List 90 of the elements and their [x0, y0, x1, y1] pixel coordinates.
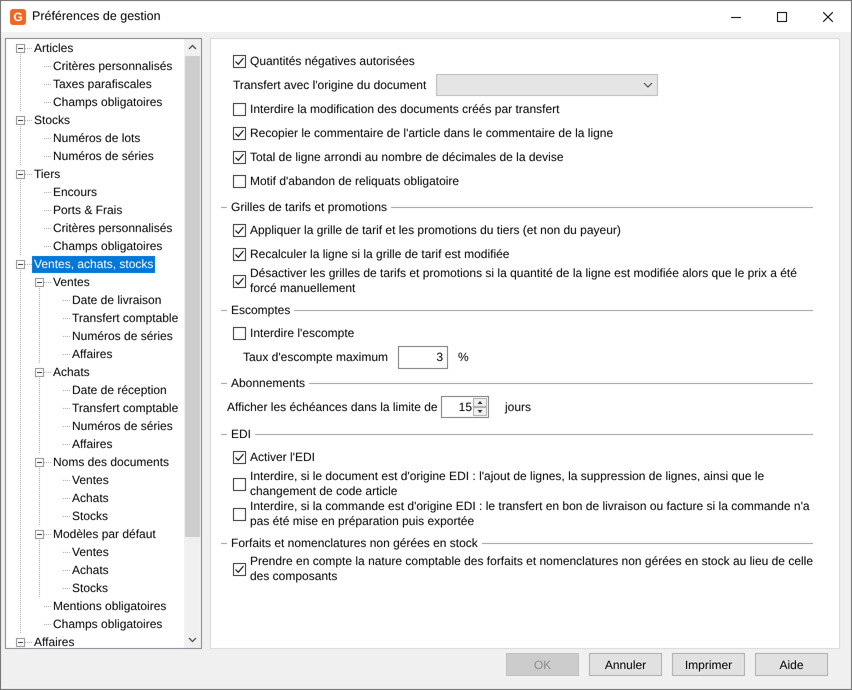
tree-item[interactable]: Date de réception	[70, 382, 169, 398]
collapse-toggle-icon[interactable]	[35, 458, 44, 466]
tree-item[interactable]: Ventes	[70, 472, 111, 488]
collapse-toggle-icon[interactable]	[16, 638, 25, 646]
collapse-toggle-icon[interactable]	[35, 530, 44, 538]
rate-field[interactable]: 3	[398, 346, 448, 368]
checkbox[interactable]	[233, 274, 246, 288]
tree-item[interactable]: Achats	[70, 562, 111, 578]
tree-item[interactable]: Transfert comptable	[70, 400, 180, 416]
tree-item[interactable]: Numéros de lots	[51, 130, 142, 146]
checkbox-label: Prendre en compte la nature comptable des forfaits et nomenclatures non gérées en stock au lieu de celle des composants	[250, 554, 814, 584]
tree-item[interactable]: Critères personnalisés	[51, 58, 174, 74]
tree-item[interactable]: Noms des documents	[51, 454, 172, 470]
tree-item[interactable]: Champs obligatoires	[51, 238, 164, 254]
unit-label: %	[458, 349, 469, 366]
tree-item[interactable]: Mentions obligatoires	[51, 598, 168, 614]
checkbox-label: Recalculer la ligne si la grille de tarif est modifiée	[250, 246, 510, 262]
tree-item[interactable]: Champs obligatoires	[51, 616, 164, 632]
checkbox-label: Interdire, si le document est d'origine EDI : l'ajout de lignes, la suppression de lignes, ainsi que le changement de code article	[250, 469, 766, 499]
collapse-toggle-icon[interactable]	[16, 260, 25, 268]
section-title: Abonnements	[230, 375, 306, 392]
section-title: Grilles de tarifs et promotions	[230, 199, 388, 216]
tree-item[interactable]: Stocks	[32, 112, 72, 128]
chevron-down-icon	[643, 82, 654, 88]
dialog-button[interactable]: Aide	[755, 653, 828, 676]
section-title: EDI	[230, 426, 252, 443]
tree-item[interactable]: Tiers	[32, 166, 62, 182]
checkbox[interactable]	[233, 174, 246, 188]
collapse-toggle-icon[interactable]	[35, 368, 44, 376]
section-title: Escomptes	[230, 302, 292, 319]
tree-item[interactable]: Articles	[32, 40, 76, 56]
dialog-button[interactable]: Imprimer	[672, 653, 745, 676]
checkbox[interactable]	[233, 150, 246, 164]
tree-item[interactable]: Stocks	[70, 508, 110, 524]
collapse-toggle-icon[interactable]	[16, 170, 25, 178]
close-icon	[823, 12, 833, 22]
checkbox-label: Recopier le commentaire de l'article dans le commentaire de la ligne	[250, 126, 614, 140]
window-title: Préférences de gestion	[32, 8, 161, 26]
tree-item[interactable]: Taxes parafiscales	[51, 76, 154, 92]
tree-item[interactable]: Affaires	[70, 436, 114, 452]
checkbox[interactable]	[233, 102, 246, 116]
field-label: Afficher les échéances dans la limite de	[227, 399, 439, 416]
checkbox-label: Motif d'abandon de reliquats obligatoire	[250, 174, 460, 188]
checkbox[interactable]	[233, 326, 246, 340]
checkbox[interactable]	[233, 508, 246, 520]
tree-item[interactable]: Ventes	[70, 544, 111, 560]
checkbox[interactable]	[233, 478, 246, 490]
tree-item[interactable]: Numéros de séries	[51, 148, 156, 164]
field-label: Transfert avec l'origine du document	[233, 77, 426, 94]
tree-item[interactable]: Transfert comptable	[70, 310, 180, 326]
checkbox-label: Appliquer la grille de tarif et les promotions du tiers (et non du payeur)	[250, 222, 621, 238]
section-title: Forfaits et nomenclatures non gérées en stock	[230, 535, 479, 552]
tree-item[interactable]: Modèles par défaut	[51, 526, 158, 542]
tree-item[interactable]: Champs obligatoires	[51, 94, 164, 110]
checkbox[interactable]	[233, 224, 246, 236]
collapse-toggle-icon[interactable]	[35, 278, 44, 286]
tree-item[interactable]: Affaires	[70, 346, 114, 362]
tree-item[interactable]: Critères personnalisés	[51, 220, 174, 236]
tree-item[interactable]: Achats	[51, 364, 92, 380]
tree-item[interactable]: Ports & Frais	[51, 202, 124, 218]
tree-item[interactable]: Numéros de séries	[70, 328, 175, 344]
tree-item[interactable]: Stocks	[70, 580, 110, 596]
tree-item[interactable]: Affaires	[32, 634, 76, 648]
checkbox[interactable]	[233, 248, 246, 260]
app-logo-icon: G	[10, 8, 26, 24]
checkbox-label: Total de ligne arrondi au nombre de décimales de la devise	[250, 150, 564, 164]
tree-item[interactable]: Numéros de séries	[70, 418, 175, 434]
checkbox-label: Interdire, si la commande est d'origine EDI : le transfert en bon de livraison ou facture si la commande n'a pas été mise en préparation puis exportée	[250, 499, 811, 529]
maximize-icon	[777, 12, 787, 22]
dialog-button[interactable]: Annuler	[589, 653, 662, 676]
tree-item[interactable]: Achats	[70, 490, 111, 506]
tree-item[interactable]: Date de livraison	[70, 292, 164, 308]
checkbox[interactable]	[233, 54, 246, 68]
checkbox-label: Interdire l'escompte	[250, 326, 354, 340]
scrollbar[interactable]	[184, 39, 201, 648]
collapse-toggle-icon[interactable]	[16, 44, 25, 52]
tree-item[interactable]: Ventes	[51, 274, 92, 290]
tree-item[interactable]: Ventes, achats, stocks	[32, 256, 156, 272]
checkbox-label: Interdire la modification des documents créés par transfert	[250, 102, 560, 116]
checkbox-label: Désactiver les grilles de tarifs et promotions si la quantité de la ligne est modifiée alors que le prix a été forcé manuellement	[250, 266, 798, 296]
checkbox-label: Quantités négatives autorisées	[250, 54, 415, 68]
collapse-toggle-icon[interactable]	[16, 116, 25, 124]
checkbox-label: Activer l'EDI	[250, 450, 315, 464]
checkbox[interactable]	[233, 562, 246, 576]
checkbox[interactable]	[233, 126, 246, 140]
spinner-field[interactable]: 15	[441, 396, 489, 418]
field-label: Taux d'escompte maximum	[243, 349, 390, 366]
tree-item[interactable]: Encours	[51, 184, 100, 200]
checkbox[interactable]	[233, 450, 246, 464]
unit-label: jours	[505, 399, 532, 416]
